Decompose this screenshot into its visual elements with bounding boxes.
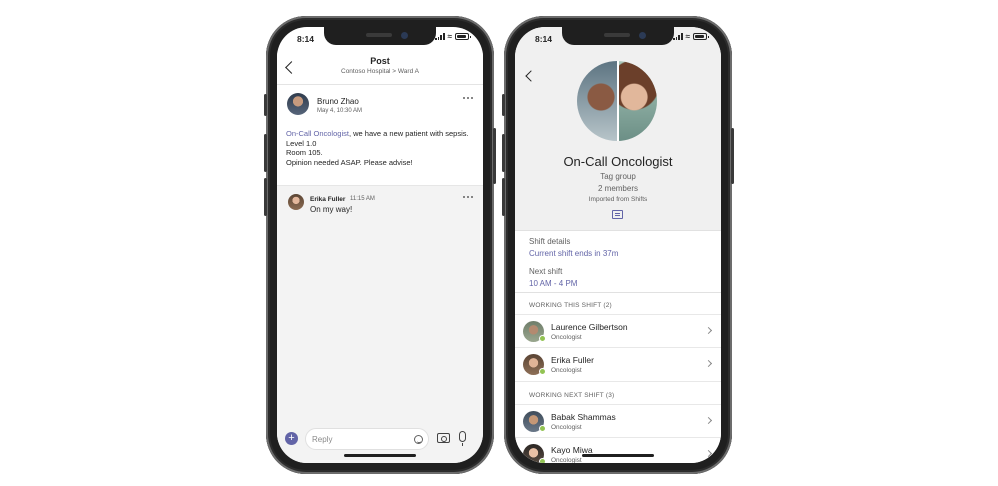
member-role: Oncologist [551, 424, 582, 431]
phone-right: 8:14 ≈ On-Call Oncologist Tag group 2 me… [502, 16, 734, 474]
post-timestamp: May 4, 10:30 AM [317, 108, 363, 114]
wifi-icon: ≈ [447, 32, 452, 41]
signal-icon [673, 33, 683, 40]
chevron-right-icon [704, 449, 713, 458]
battery-icon [455, 33, 471, 40]
post-text: Opinion needed ASAP. Please advise! [286, 157, 413, 167]
post-author: Bruno Zhao [317, 97, 359, 106]
section-header: WORKING NEXT SHIFT (3) [529, 392, 615, 399]
member-name: Babak Shammas [551, 412, 616, 422]
camera-icon[interactable] [437, 433, 450, 443]
volume-down-button [502, 178, 505, 216]
avatar[interactable] [287, 93, 309, 115]
phone-left: 8:14 ≈ Post Contoso Hospital > Ward A Br… [264, 16, 496, 474]
power-button [493, 128, 496, 184]
tag-profile-screen: 8:14 ≈ On-Call Oncologist Tag group 2 me… [515, 27, 721, 463]
group-avatar [577, 61, 657, 141]
member-role: Oncologist [551, 334, 582, 341]
post-screen: 8:14 ≈ Post Contoso Hospital > Ward A Br… [277, 27, 483, 463]
more-options-icon[interactable] [463, 196, 473, 200]
post-text: Room 105. [286, 148, 323, 157]
status-time: 8:14 [297, 34, 315, 44]
volume-up-button [502, 134, 505, 172]
member-role: Oncologist [551, 367, 582, 374]
list-item[interactable]: Kayo Miwa Oncologist [515, 438, 721, 463]
post-text: , we have a new patient with sepsis. [348, 129, 469, 138]
member-photo [617, 61, 657, 141]
notch [562, 27, 674, 45]
more-options-icon[interactable] [463, 97, 473, 101]
member-photo [577, 61, 617, 141]
emoji-icon[interactable] [414, 435, 423, 444]
add-attachment-button[interactable]: + [285, 432, 298, 445]
next-shift-label: Next shift [529, 267, 563, 276]
presence-available-icon [539, 425, 546, 432]
status-time: 8:14 [535, 34, 553, 44]
post-body: On-Call Oncologist, we have a new patien… [286, 129, 469, 167]
tag-mention[interactable]: On-Call Oncologist [286, 129, 349, 138]
member-name: Laurence Gilbertson [551, 322, 628, 332]
wifi-icon: ≈ [685, 32, 690, 41]
original-post: Bruno Zhao May 4, 10:30 AM On-Call Oncol… [277, 85, 483, 185]
volume-down-button [264, 178, 267, 216]
chevron-right-icon [704, 416, 713, 425]
reply-placeholder: Reply [312, 435, 333, 444]
battery-icon [693, 33, 709, 40]
shift-details-value: Current shift ends in 37m [529, 249, 619, 258]
chevron-right-icon [704, 326, 713, 335]
post-text: Level 1.0 [286, 138, 317, 148]
home-indicator [582, 454, 654, 457]
reply-text: On my way! [310, 205, 353, 214]
volume-up-button [264, 134, 267, 172]
list-item[interactable]: Erika Fuller Oncologist [515, 348, 721, 382]
presence-available-icon [539, 458, 546, 463]
list-item[interactable]: Laurence Gilbertson Oncologist [515, 314, 721, 348]
reply-author: Erika Fuller [310, 196, 346, 203]
post-header: Post Contoso Hospital > Ward A [277, 51, 483, 85]
compose-bar: + Reply [277, 423, 483, 463]
section-header: WORKING THIS SHIFT (2) [529, 302, 612, 309]
page-title: Post [370, 56, 390, 66]
mute-switch [264, 94, 267, 116]
microphone-icon[interactable] [459, 431, 466, 446]
notch [324, 27, 436, 45]
presence-available-icon [539, 368, 546, 375]
member-name: Erika Fuller [551, 355, 594, 365]
reply-timestamp: 11:15 AM [350, 196, 375, 202]
profile-header: 8:14 ≈ On-Call Oncologist Tag group 2 me… [515, 27, 721, 231]
shift-details-label: Shift details [529, 237, 571, 246]
reply-input[interactable]: Reply [305, 428, 429, 450]
home-indicator [344, 454, 416, 457]
next-shift-value: 10 AM - 4 PM [529, 279, 578, 288]
power-button [731, 128, 734, 184]
tag-source: Imported from Shifts [588, 196, 648, 203]
chat-icon[interactable] [612, 210, 623, 219]
avatar[interactable] [288, 194, 304, 210]
tag-name: On-Call Oncologist [563, 154, 673, 169]
presence-available-icon [539, 335, 546, 342]
shift-info: Shift details Current shift ends in 37m … [515, 231, 721, 293]
member-count: 2 members [597, 184, 638, 193]
tag-type: Tag group [600, 172, 636, 181]
back-icon[interactable] [525, 70, 537, 82]
replies-area: Erika Fuller 11:15 AM On my way! [277, 185, 483, 423]
breadcrumb[interactable]: Contoso Hospital > Ward A [277, 68, 483, 75]
list-item[interactable]: Babak Shammas Oncologist [515, 404, 721, 438]
mute-switch [502, 94, 505, 116]
signal-icon [435, 33, 445, 40]
chevron-right-icon [704, 359, 713, 368]
member-role: Oncologist [551, 457, 582, 463]
